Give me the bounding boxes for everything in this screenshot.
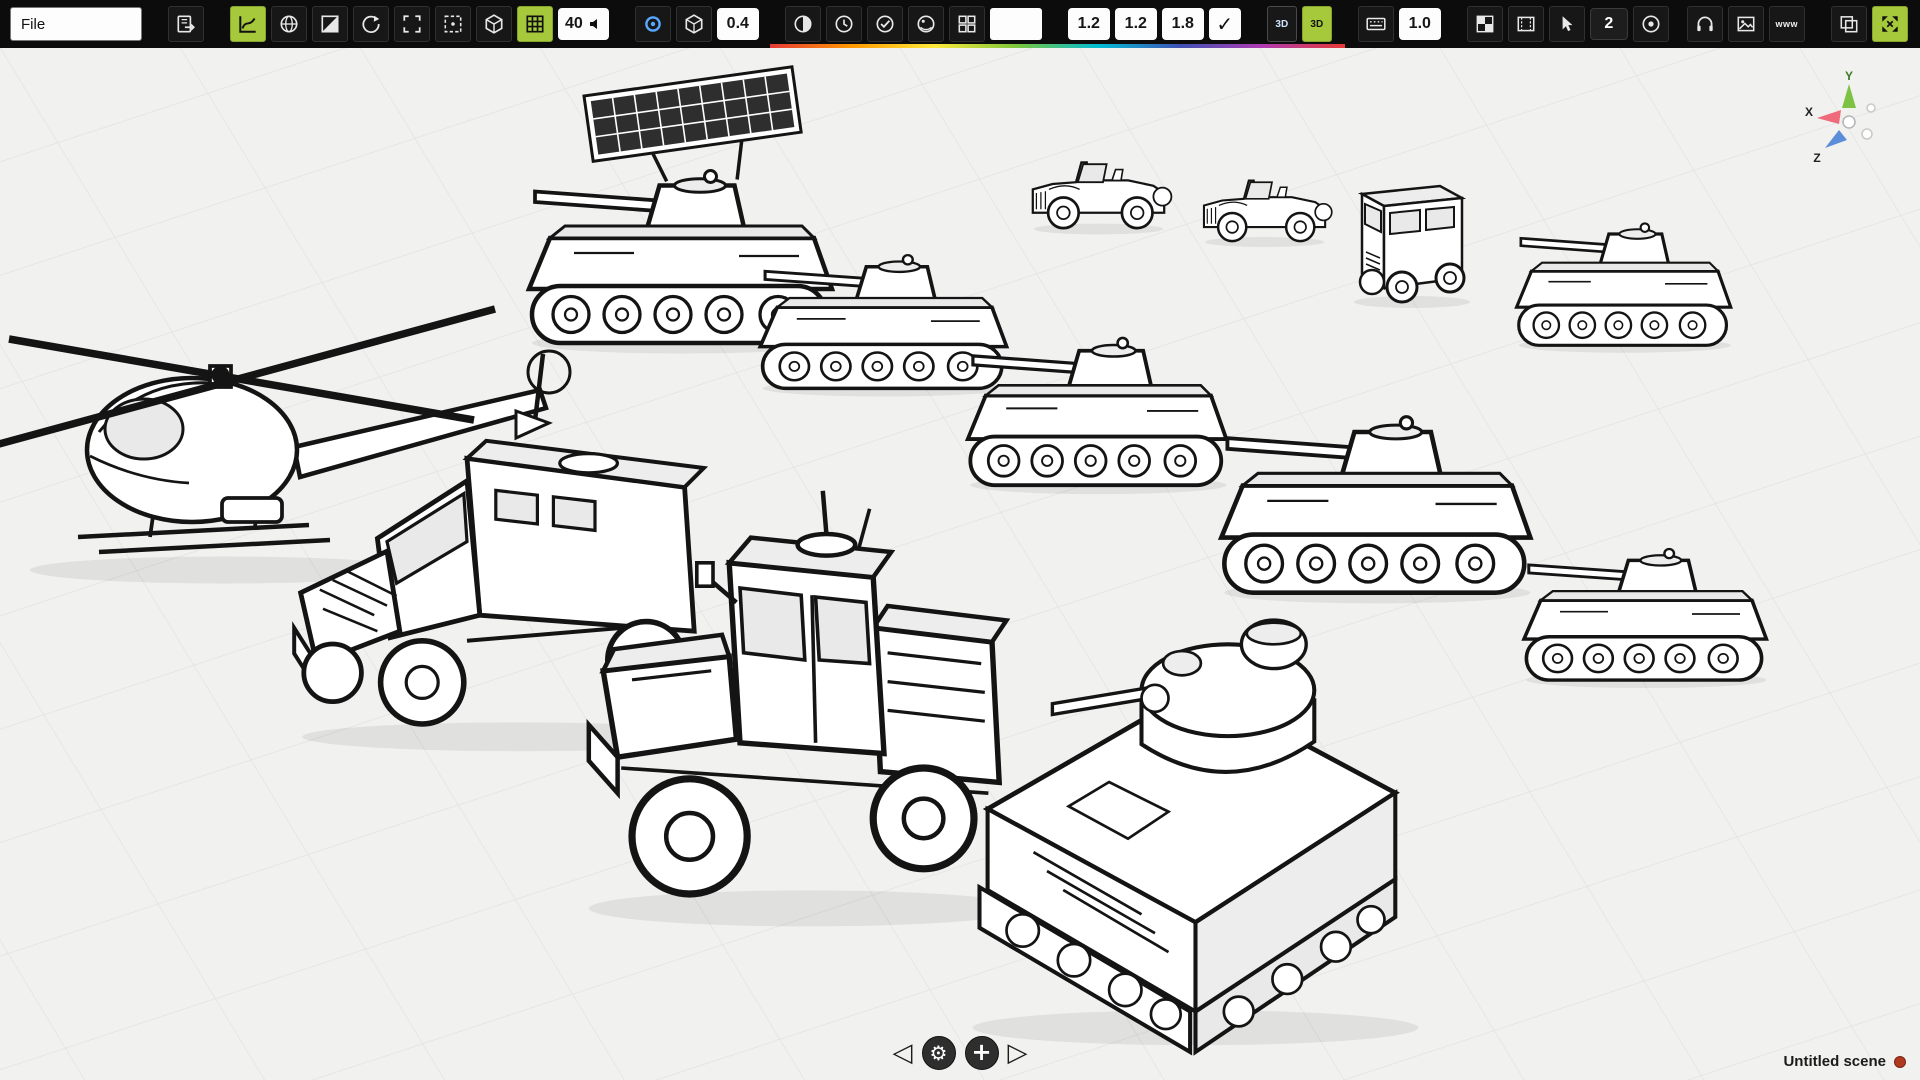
paper-color-swatch[interactable]	[990, 8, 1042, 40]
dashed-frame-button[interactable]	[435, 6, 471, 42]
frame-corners-button[interactable]	[394, 6, 430, 42]
audio-button[interactable]	[1687, 6, 1723, 42]
axis-gizmo-icon: Y X Z	[1799, 70, 1899, 170]
curve-chart-icon	[237, 13, 259, 35]
prev-arrow-button[interactable]: ◁	[893, 1040, 913, 1066]
line-opacity-value: 0.4	[727, 15, 749, 33]
svg-text:X: X	[1805, 105, 1813, 119]
blue-dot-icon	[642, 13, 664, 35]
next-arrow-button[interactable]: ▷	[1008, 1040, 1028, 1066]
scene-name: Untitled scene	[1783, 1053, 1886, 1070]
image-icon	[1735, 13, 1757, 35]
grid-icon	[524, 13, 546, 35]
curve-profile-button[interactable]	[230, 6, 266, 42]
contrast-diagonal-icon	[319, 13, 341, 35]
stacked-frames-icon	[1838, 13, 1860, 35]
checkerboard-button[interactable]	[1467, 6, 1503, 42]
file-menu-button[interactable]: File	[10, 7, 142, 41]
main-toolbar: File	[0, 0, 1920, 48]
filmstrip-icon	[1515, 13, 1537, 35]
value-field-b[interactable]: 1.2	[1115, 8, 1157, 40]
file-menu-label: File	[21, 16, 45, 33]
clock-icon	[833, 13, 855, 35]
shading-half-button[interactable]	[785, 6, 821, 42]
layer-count-field[interactable]: 2	[1590, 8, 1628, 40]
aperture-icon	[1640, 13, 1662, 35]
keyboard-icon	[1365, 13, 1387, 35]
mode-3d-label: 3D	[1275, 19, 1288, 30]
check-circle-icon	[874, 13, 896, 35]
export-icon	[175, 13, 197, 35]
layer-count-value: 2	[1604, 15, 1613, 33]
mode-3d-button[interactable]: 3D	[1267, 6, 1297, 42]
time-button[interactable]	[826, 6, 862, 42]
scale-value: 1.0	[1409, 15, 1431, 33]
cursor-button[interactable]	[1549, 6, 1585, 42]
record-status-dot[interactable]	[1894, 1056, 1906, 1068]
fullscreen-arrows-icon	[1879, 13, 1901, 35]
checkerboard-icon	[1474, 13, 1496, 35]
add-button[interactable]: +	[965, 1036, 999, 1070]
filmstrip-button[interactable]	[1508, 6, 1544, 42]
line-width-value: 40	[565, 15, 583, 33]
sphere-icon	[915, 13, 937, 35]
axis-gizmo[interactable]: Y X Z	[1799, 70, 1899, 170]
apply-check-button[interactable]	[867, 6, 903, 42]
keyboard-button[interactable]	[1358, 6, 1394, 42]
sphere-shading-button[interactable]	[908, 6, 944, 42]
aperture-button[interactable]	[1633, 6, 1669, 42]
box-icon	[683, 13, 705, 35]
value-a: 1.2	[1078, 15, 1100, 33]
half-circle-icon	[792, 13, 814, 35]
scene-canvas[interactable]	[0, 48, 1920, 1080]
contrast-split-button[interactable]	[312, 6, 348, 42]
four-squares-icon	[956, 13, 978, 35]
dashed-frame-icon	[442, 13, 464, 35]
headphones-icon	[1694, 13, 1716, 35]
svg-text:Z: Z	[1813, 151, 1820, 165]
mode-3d-active-label: 3D	[1310, 19, 1323, 30]
value-b: 1.2	[1125, 15, 1147, 33]
scale-field[interactable]: 1.0	[1399, 8, 1441, 40]
hue-strip	[770, 44, 1345, 48]
web-button[interactable]: www	[1769, 6, 1805, 42]
line-opacity-field[interactable]: 0.4	[717, 8, 759, 40]
cube-view-button[interactable]	[476, 6, 512, 42]
grid-toggle-button[interactable]	[517, 6, 553, 42]
speaker-icon	[588, 17, 602, 31]
globe-button[interactable]	[271, 6, 307, 42]
checkbox-check-icon: ✓	[1216, 12, 1233, 36]
frame-corners-icon	[401, 13, 423, 35]
export-button[interactable]	[168, 6, 204, 42]
www-icon: www	[1776, 19, 1799, 29]
value-field-a[interactable]: 1.2	[1068, 8, 1110, 40]
vehicle-utility-truck[interactable]	[1354, 186, 1470, 308]
value-c: 1.8	[1172, 15, 1194, 33]
fullscreen-button[interactable]	[1872, 6, 1908, 42]
toggle-checkbox[interactable]: ✓	[1209, 8, 1241, 40]
tiles-button[interactable]	[949, 6, 985, 42]
mode-3d-active-button[interactable]: 3D	[1302, 6, 1332, 42]
settings-button[interactable]: ⚙	[922, 1036, 956, 1070]
viewport[interactable]: Y X Z ◁ ⚙ + ▷ Untitled scene	[0, 48, 1920, 1080]
value-field-c[interactable]: 1.8	[1162, 8, 1204, 40]
plus-icon: +	[971, 1038, 991, 1066]
frames-button[interactable]	[1831, 6, 1867, 42]
image-button[interactable]	[1728, 6, 1764, 42]
globe-icon	[278, 13, 300, 35]
depth-cube-button[interactable]	[676, 6, 712, 42]
svg-text:Y: Y	[1845, 70, 1853, 83]
cube-icon	[483, 13, 505, 35]
cursor-icon	[1556, 13, 1578, 35]
line-width-field[interactable]: 40	[558, 8, 609, 40]
rotate-view-button[interactable]	[353, 6, 389, 42]
bottom-navbar: ◁ ⚙ + ▷	[0, 1036, 1920, 1070]
focus-point-button[interactable]	[635, 6, 671, 42]
gear-icon: ⚙	[930, 1041, 948, 1065]
rotate-icon	[360, 13, 382, 35]
status-bar: Untitled scene	[1783, 1053, 1906, 1070]
